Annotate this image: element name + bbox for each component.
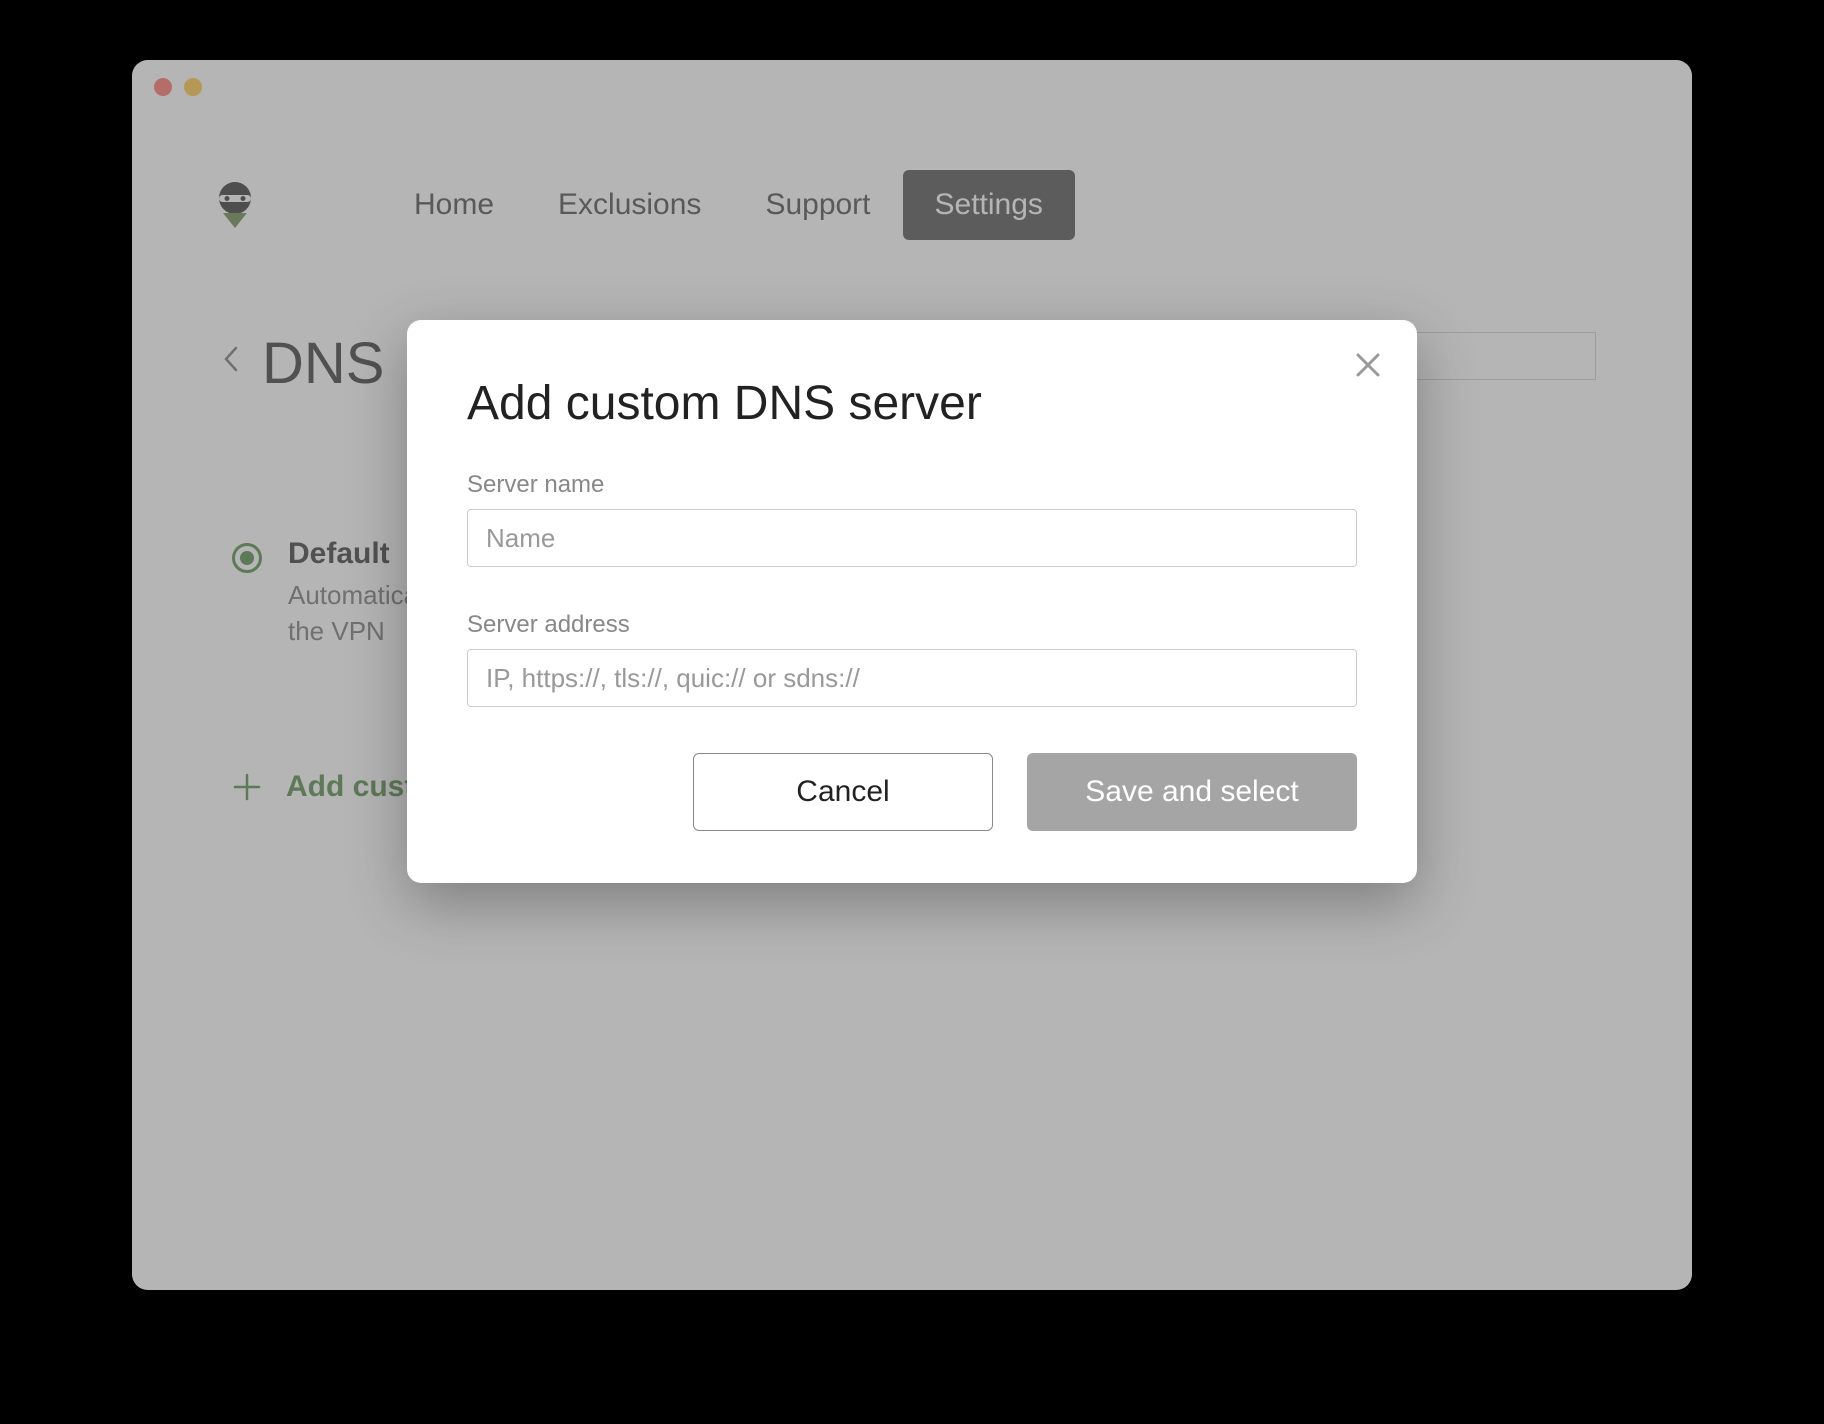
cancel-button[interactable]: Cancel bbox=[693, 753, 993, 831]
server-address-input[interactable] bbox=[467, 649, 1357, 707]
add-dns-modal: Add custom DNS server Server name Server… bbox=[407, 320, 1417, 883]
server-name-input[interactable] bbox=[467, 509, 1357, 567]
server-address-label: Server address bbox=[467, 611, 1357, 639]
close-icon[interactable] bbox=[1353, 350, 1387, 384]
modal-button-row: Cancel Save and select bbox=[467, 753, 1357, 831]
modal-title: Add custom DNS server bbox=[467, 376, 1357, 431]
app-window: Home Exclusions Support Settings DNS Def… bbox=[132, 60, 1692, 1290]
save-and-select-button[interactable]: Save and select bbox=[1027, 753, 1357, 831]
server-name-label: Server name bbox=[467, 471, 1357, 499]
